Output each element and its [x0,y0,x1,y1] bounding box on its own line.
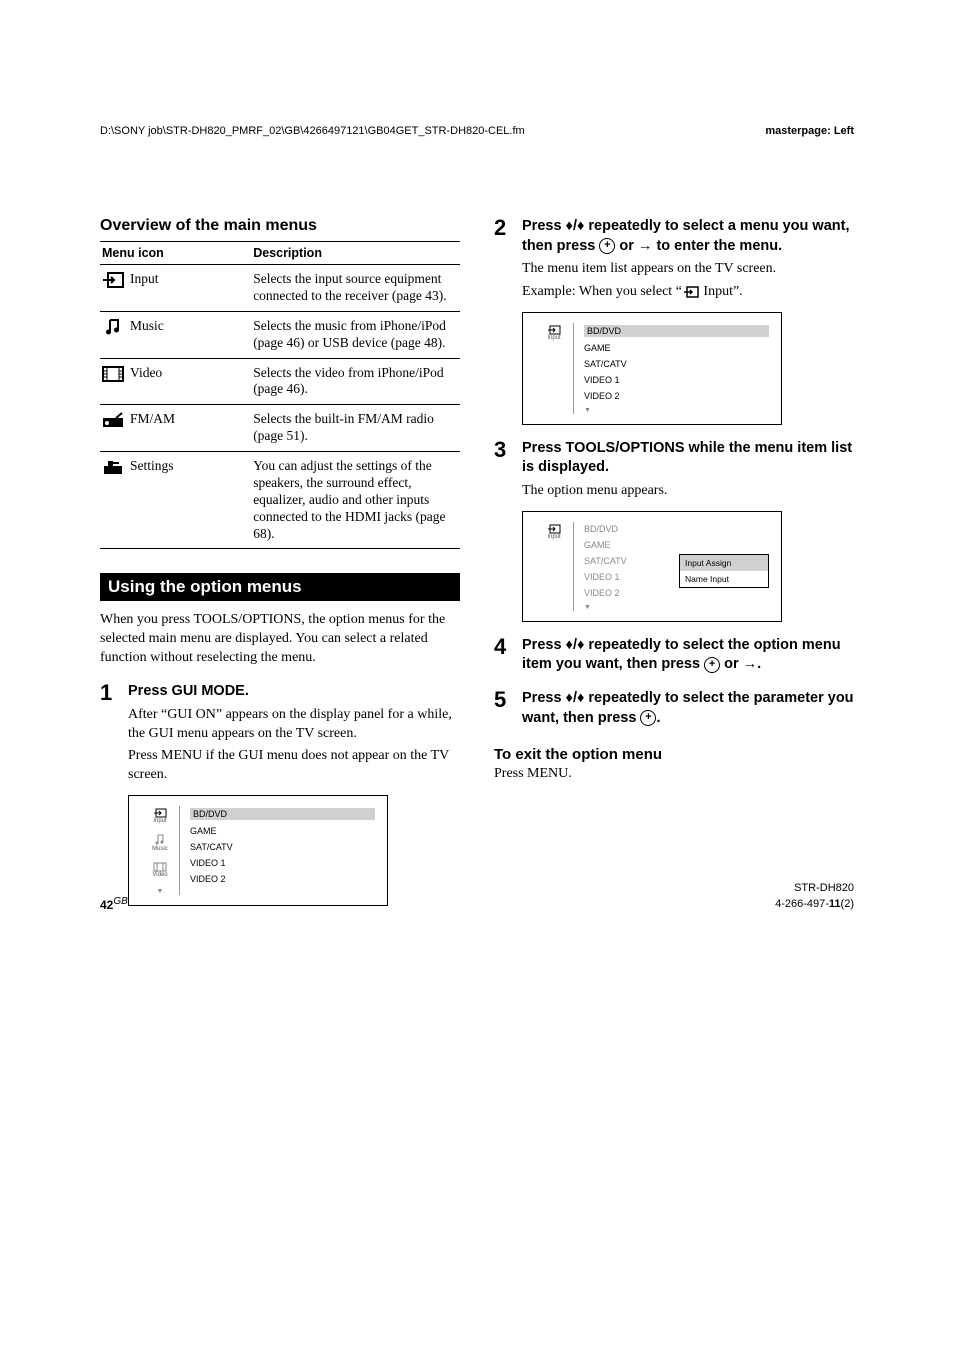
step-4: 4 Press ♦/♦ repeatedly to select the opt… [494,636,854,675]
row-desc: Selects the input source equipment conne… [251,265,460,312]
step-head: Press GUI MODE. [128,682,460,702]
step-1: 1 Press GUI MODE. After “GUI ON” appears… [100,682,460,785]
step-number: 3 [494,439,512,501]
step-number: 1 [100,682,118,785]
plus-icon: + [640,710,656,726]
gui-screenshot-2: Input BD/DVD GAME SAT/CATV VIDEO 1 VIDEO… [522,312,782,425]
step-5: 5 Press ♦/♦ repeatedly to select the par… [494,689,854,728]
fmam-icon [102,411,124,429]
step-text: The option menu appears. [522,482,854,501]
up-down-icon: ♦/♦ [566,637,585,653]
step-number: 5 [494,689,512,728]
option-menus-intro: When you press TOOLS/OPTIONS, the option… [100,611,460,668]
step-head: Press ♦/♦ repeatedly to select the param… [522,689,854,728]
row-desc: You can adjust the settings of the speak… [251,452,460,549]
step-head: Press ♦/♦ repeatedly to select the optio… [522,636,854,675]
table-row: Music Selects the music from iPhone/iPod… [100,311,460,358]
input-icon [102,271,124,289]
row-name: Settings [130,458,174,475]
input-icon [683,286,699,298]
right-arrow-icon: → [638,238,653,254]
plus-icon: + [704,657,720,673]
step-number: 4 [494,636,512,675]
exit-title: To exit the option menu [494,746,854,763]
music-icon [102,318,124,336]
step-head: Press ♦/♦ repeatedly to select a menu yo… [522,217,854,256]
option-menus-heading: Using the option menus [100,573,460,601]
up-down-icon: ♦/♦ [566,218,585,234]
gui-screenshot-1: Input Music Video ▼ BD/DVD GAME SAT/CATV… [128,795,388,906]
page-number: 42GB [100,896,128,912]
gui-screenshot-3: Input BD/DVD GAME SAT/CATV VIDEO 1 VIDEO… [522,511,782,622]
step-text: After “GUI ON” appears on the display pa… [128,706,460,744]
header: D:\SONY job\STR-DH820_PMRF_02\GB\4266497… [100,125,854,137]
th-desc: Description [251,242,460,265]
th-icon: Menu icon [100,242,251,265]
step-head: Press TOOLS/OPTIONS while the menu item … [522,439,854,478]
footer-code: STR-DH820 4-266-497-11(2) [775,881,854,912]
menu-table: Menu icon Description Input Selects the … [100,241,460,549]
option-popup: Input Assign Name Input [679,554,769,588]
table-row: Settings You can adjust the settings of … [100,452,460,549]
header-master: masterpage: Left [765,125,854,137]
table-row: Video Selects the video from iPhone/iPod… [100,358,460,405]
row-name: Video [130,365,162,382]
row-name: Music [130,318,164,335]
step-3: 3 Press TOOLS/OPTIONS while the menu ite… [494,439,854,501]
step-text: Example: When you select “ Input”. [522,283,854,302]
row-name: Input [130,271,159,288]
row-name: FM/AM [130,411,175,428]
exit-body: Press MENU. [494,765,854,784]
row-desc: Selects the music from iPhone/iPod (page… [251,311,460,358]
right-arrow-icon: → [743,656,758,672]
up-down-icon: ♦/♦ [566,690,585,706]
step-text: Press MENU if the GUI menu does not appe… [128,747,460,785]
step-2: 2 Press ♦/♦ repeatedly to select a menu … [494,217,854,302]
step-text: The menu item list appears on the TV scr… [522,260,854,279]
table-row: FM/AM Selects the built-in FM/AM radio (… [100,405,460,452]
settings-icon [102,458,124,476]
video-icon [102,365,124,383]
step-number: 2 [494,217,512,302]
plus-icon: + [599,238,615,254]
table-row: Input Selects the input source equipment… [100,265,460,312]
row-desc: Selects the built-in FM/AM radio (page 5… [251,405,460,452]
header-path: D:\SONY job\STR-DH820_PMRF_02\GB\4266497… [100,125,525,137]
row-desc: Selects the video from iPhone/iPod (page… [251,358,460,405]
overview-title: Overview of the main menus [100,217,460,235]
